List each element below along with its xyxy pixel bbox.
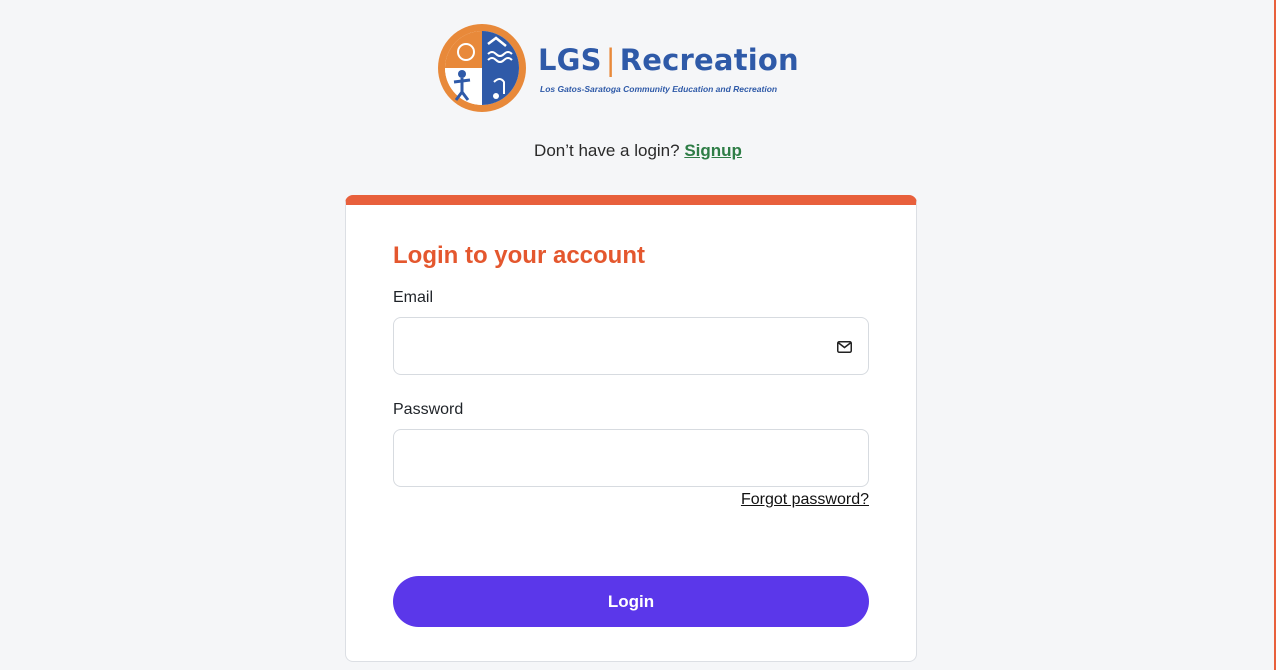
lgs-recreation-logo-mark-icon: [438, 24, 526, 112]
password-label: Password: [393, 401, 464, 418]
password-field-wrapper: [393, 429, 869, 487]
email-field-wrapper: [393, 317, 869, 375]
brand-logo: LGS | Recreation Los Gatos-Saratoga Commun…: [436, 22, 836, 114]
brand-tagline: Los Gatos-Saratoga Community Education a…: [540, 84, 778, 94]
login-card: Login to your account Email Password For…: [345, 195, 917, 662]
signup-prompt: Don’t have a login? Signup: [0, 141, 1276, 161]
brand-name-right: Recreation: [619, 43, 799, 77]
brand-name: LGS | Recreation: [538, 44, 799, 76]
login-card-title: Login to your account: [393, 242, 645, 269]
signup-link[interactable]: Signup: [684, 141, 742, 160]
email-label: Email: [393, 289, 434, 306]
brand-divider: |: [605, 43, 616, 77]
login-page: LGS | Recreation Los Gatos-Saratoga Commun…: [0, 0, 1276, 670]
login-button[interactable]: Login: [393, 576, 869, 627]
mail-icon: [837, 341, 852, 353]
forgot-password-link[interactable]: Forgot password?: [741, 491, 869, 509]
signup-prompt-text: Don’t have a login?: [534, 141, 680, 160]
email-field[interactable]: [394, 318, 868, 374]
password-field[interactable]: [394, 430, 868, 486]
brand-name-left: LGS: [538, 43, 602, 77]
